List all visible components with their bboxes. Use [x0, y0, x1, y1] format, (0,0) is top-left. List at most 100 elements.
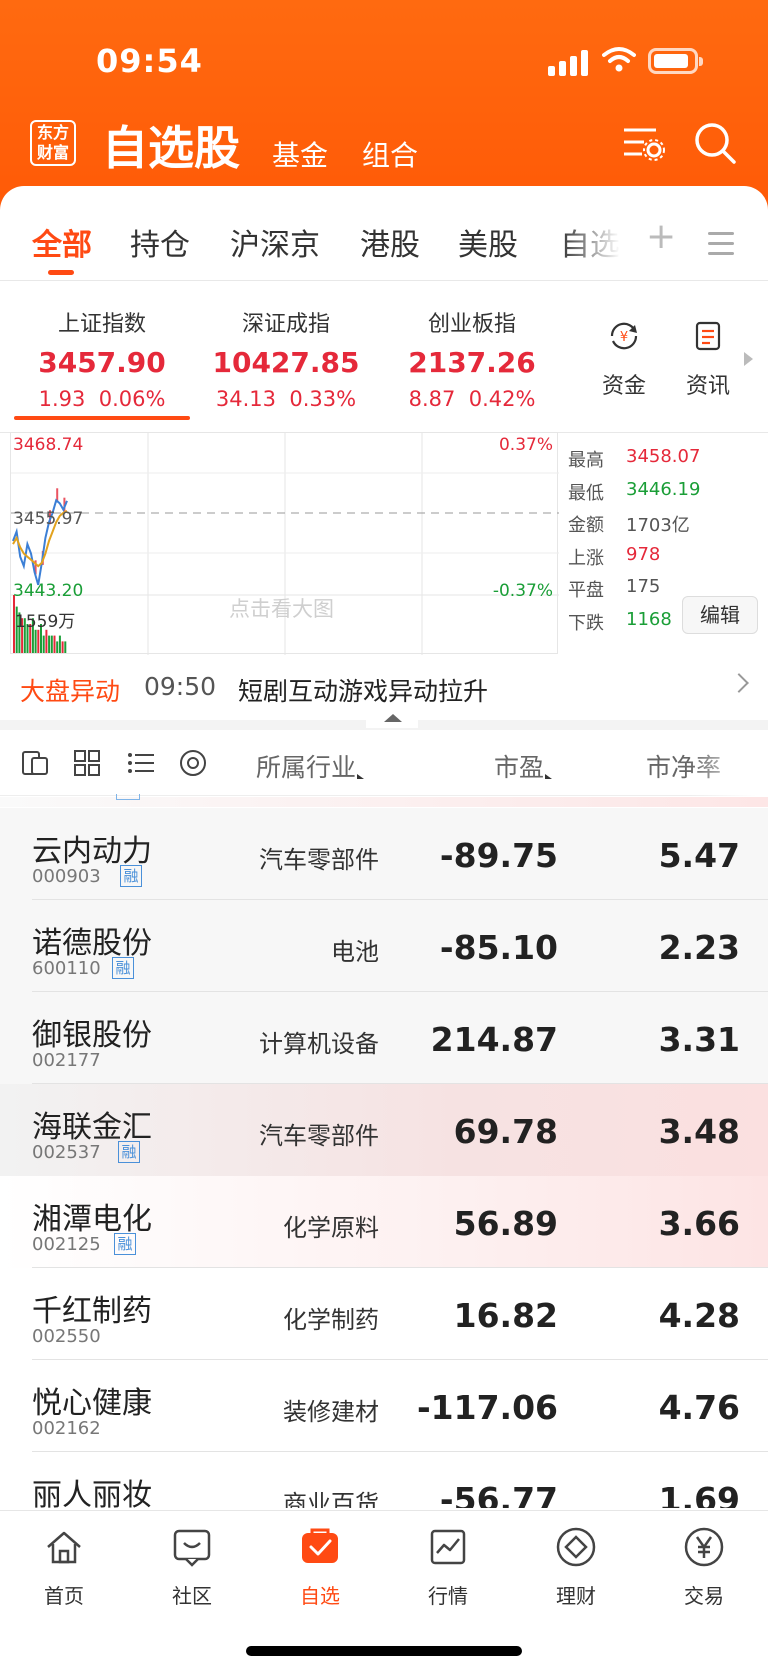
selected-index-indicator — [14, 416, 190, 420]
stock-pe: 214.87 — [430, 1020, 558, 1059]
stock-pb: 4.76 — [658, 1388, 740, 1427]
column-fade — [690, 730, 768, 796]
table-row[interactable]: 云内动力 000903 融 汽车零部件 -89.75 5.47 — [0, 808, 768, 900]
stock-code: 000903 — [32, 866, 101, 887]
fund-flow-icon: ¥ — [610, 322, 638, 350]
stock-name: 诺德股份 — [32, 926, 152, 961]
market-alert-banner[interactable]: 大盘异动 09:50 短剧互动游戏异动拉升 — [0, 664, 768, 712]
volume-bar — [37, 629, 40, 653]
home-icon — [47, 1531, 81, 1564]
stock-industry: 计算机设备 — [259, 1030, 379, 1058]
news-button[interactable]: 资讯 — [678, 320, 738, 400]
wealth-diamond-icon — [556, 1527, 596, 1567]
volume-bar — [61, 641, 64, 653]
stock-name: 海联金汇 — [32, 1110, 152, 1145]
tab-all[interactable]: 全部 — [32, 220, 92, 264]
page-title: 自选股 — [102, 121, 240, 175]
more-arrow-icon[interactable] — [744, 352, 753, 366]
tab-holdings[interactable]: 持仓 — [130, 220, 190, 264]
stock-pe: 16.82 — [453, 1296, 558, 1335]
table-row[interactable]: 湘潭电化 002125 融 化学原料 56.89 3.66 — [0, 1176, 768, 1268]
index-card-chinext[interactable]: 创业板指 2137.26 8.87 0.42% — [382, 306, 562, 411]
stock-pb: 1.69 — [658, 1480, 740, 1508]
volume-bar — [42, 635, 45, 653]
search-icon[interactable] — [692, 120, 738, 166]
nav-label: 交易 — [684, 1584, 724, 1608]
stock-pb: 3.31 — [658, 1020, 740, 1059]
stock-code: 600110 — [32, 958, 101, 979]
portfolio-link[interactable]: 组合 — [362, 134, 418, 174]
table-row[interactable]: 御银股份 002177 计算机设备 214.87 3.31 — [0, 992, 768, 1084]
fund-flow-label: 资金 — [601, 374, 646, 399]
clipped-badge — [116, 794, 140, 800]
alert-text: 短剧互动游戏异动拉升 — [238, 677, 489, 706]
list-settings-icon[interactable] — [620, 120, 666, 166]
stock-pe: 56.89 — [453, 1204, 558, 1243]
stock-industry: 汽车零部件 — [259, 846, 379, 874]
margin-badge: 融 — [114, 1233, 136, 1255]
status-time: 09:54 — [96, 42, 203, 80]
chart-pct-low-label: -0.37% — [492, 581, 553, 601]
news-doc-icon — [695, 321, 721, 351]
settings-gear-icon[interactable] — [178, 748, 208, 778]
table-row[interactable]: 海联金汇 002537 融 汽车零部件 69.78 3.48 — [0, 1084, 768, 1176]
index-price: 2137.26 — [408, 346, 536, 379]
grid-view-icon[interactable] — [72, 748, 102, 778]
column-pe[interactable]: 市盈 — [494, 748, 553, 784]
margin-badge: 融 — [118, 1141, 140, 1163]
fund-flow-button[interactable]: ¥ 资金 — [594, 320, 654, 400]
nav-watchlist[interactable]: 自选 — [272, 1525, 368, 1609]
svg-text:¥: ¥ — [620, 330, 628, 345]
edit-button[interactable]: 编辑 — [682, 596, 758, 634]
stock-pe: -89.75 — [439, 836, 558, 875]
watchlist-icon — [302, 1528, 338, 1563]
index-card-shenzhen[interactable]: 深证成指 10427.85 34.13 0.33% — [196, 306, 376, 411]
index-intraday-chart[interactable]: 3468.74 3455.97 3443.20 0.37% -0.37% 155… — [10, 432, 559, 655]
nav-label: 理财 — [556, 1584, 596, 1608]
tab-us-stocks[interactable]: 美股 — [458, 220, 518, 264]
nav-home[interactable]: 首页 — [16, 1525, 112, 1609]
volume-bar — [53, 635, 56, 653]
table-row[interactable]: 丽人丽妆 商业百货 -56.77 1.69 — [0, 1452, 768, 1508]
table-row[interactable]: 诺德股份 600110 融 电池 -85.10 2.23 — [0, 900, 768, 992]
nav-trade[interactable]: 交易 — [656, 1525, 752, 1609]
volume-bar — [56, 641, 59, 653]
volume-bar — [34, 629, 37, 653]
table-row[interactable]: 千红制药 002550 化学制药 16.82 4.28 — [0, 1268, 768, 1360]
stat-high: 最高 3458.07 — [568, 446, 701, 471]
table-row[interactable]: 悦心健康 002162 装修建材 -117.06 4.76 — [0, 1360, 768, 1452]
tab-a-shares[interactable]: 沪深京 — [230, 220, 320, 264]
watchlist: 云内动力 000903 融 汽车零部件 -89.75 5.47 诺德股份 600… — [0, 808, 768, 1508]
market-chart-icon — [430, 1529, 466, 1565]
import-icon[interactable] — [20, 748, 50, 778]
index-change: 1.93 0.06% — [38, 387, 166, 411]
stock-industry: 汽车零部件 — [259, 1122, 379, 1150]
stock-pe: -85.10 — [439, 928, 558, 967]
index-name: 深证成指 — [241, 312, 330, 337]
stat-advancers: 上涨 978 — [568, 543, 661, 569]
list-view-icon[interactable] — [126, 748, 156, 778]
fund-link[interactable]: 基金 — [272, 134, 328, 174]
volume-bar — [64, 641, 67, 653]
margin-badge: 融 — [120, 865, 142, 887]
stock-industry: 化学制药 — [283, 1306, 379, 1334]
tab-hk-stocks[interactable]: 港股 — [360, 220, 420, 264]
tab-menu-icon[interactable] — [708, 232, 734, 262]
nav-market[interactable]: 行情 — [400, 1525, 496, 1609]
alert-tag: 大盘异动 — [20, 677, 121, 706]
add-tab-icon[interactable]: + — [646, 216, 676, 257]
volume-bar — [58, 635, 61, 653]
column-industry[interactable]: 所属行业 — [256, 748, 365, 784]
chart-high-label: 3468.74 — [13, 435, 84, 455]
chart-low-label: 3443.20 — [13, 581, 84, 601]
index-card-shanghai[interactable]: 上证指数 3457.90 1.93 0.06% — [12, 306, 192, 411]
stock-name: 湘潭电化 — [32, 1202, 152, 1237]
trade-yen-icon — [684, 1527, 724, 1567]
index-name: 创业板指 — [427, 312, 516, 337]
nav-community[interactable]: 社区 — [144, 1525, 240, 1609]
chart-pct-high-label: 0.37% — [498, 435, 553, 455]
nav-wealth[interactable]: 理财 — [528, 1525, 624, 1609]
stock-code: 002125 — [32, 1234, 101, 1255]
collapse-chevron-icon[interactable] — [366, 710, 418, 728]
top-header: 09:54 东方财富 自选股 基金 组合 — [0, 0, 768, 210]
